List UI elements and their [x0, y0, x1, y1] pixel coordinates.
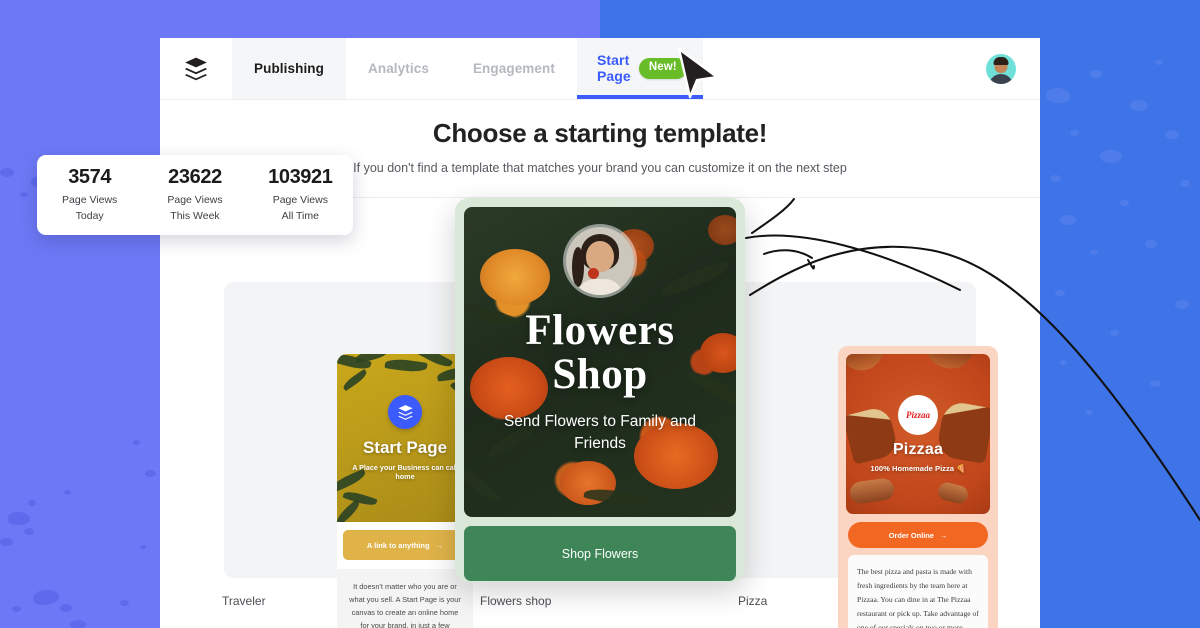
caption-flowers-shop: Flowers shop: [480, 594, 552, 608]
template-card-pizza[interactable]: Pizzaa Pizzaa 100% Homemade Pizza 🍕 Orde…: [838, 346, 998, 628]
flowers-title-line-2: Shop: [552, 350, 648, 398]
stat-today-label-line1: Page Views: [62, 194, 118, 207]
flowers-portrait-photo: [566, 227, 634, 295]
top-navbar: Publishing Analytics Engagement Start Pag…: [160, 38, 1040, 100]
flowers-hero-title: Flowers Shop: [525, 309, 674, 397]
screenshot-stage: Publishing Analytics Engagement Start Pag…: [0, 0, 1200, 628]
portrait-body: [577, 279, 623, 295]
stat-today-value: 3574: [68, 166, 112, 189]
buffer-layers-logo-icon: [185, 57, 207, 80]
pizza-hero-subtitle: 100% Homemade Pizza 🍕: [870, 464, 966, 473]
template-card-traveler[interactable]: Start Page A Place your Business can cal…: [337, 354, 473, 628]
avatar-hair: [993, 56, 1009, 65]
shop-flowers-button[interactable]: Shop Flowers: [464, 526, 736, 581]
mouse-pointer-arrow-icon: [677, 47, 719, 99]
app-logo[interactable]: [160, 38, 232, 99]
pizza-hero-title: Pizzaa: [892, 441, 944, 458]
stat-all-label-line2: All Time: [281, 209, 319, 222]
traveler-hero: Start Page A Place your Business can cal…: [337, 354, 473, 522]
shop-flowers-label: Shop Flowers: [561, 546, 639, 561]
stat-this-week-label: Page Views This Week: [142, 193, 247, 223]
avatar: [986, 53, 1016, 84]
stat-today-label: Page Views Today: [37, 193, 142, 223]
tab-publishing-label: Publishing: [254, 61, 324, 76]
tab-analytics[interactable]: Analytics: [346, 38, 451, 99]
portrait-hair-side: [572, 247, 584, 287]
template-card-flowers-shop-featured[interactable]: Flowers Shop Send Flowers to Family and …: [455, 198, 745, 582]
caption-traveler: Traveler: [222, 594, 266, 608]
pizza-logo-text: Pizzaa: [905, 410, 930, 420]
arrow-right-icon: →: [435, 540, 444, 550]
tab-start-page-label: Start Page: [596, 51, 631, 84]
stat-this-week: 23622 Page Views This Week: [142, 166, 247, 223]
stat-week-label-line2: This Week: [170, 209, 220, 222]
traveler-logo-icon: [388, 395, 422, 429]
rose-icon: [588, 268, 599, 279]
traveler-cta-label: A link to anything: [366, 540, 430, 550]
buffer-layers-logo-icon: [397, 404, 413, 420]
traveler-description: It doesn't matter who you are or what yo…: [337, 569, 473, 628]
pizza-brand-logo: Pizzaa: [898, 395, 938, 435]
traveler-hero-title: Start Page: [362, 438, 448, 457]
stat-all-label-line1: Page Views: [272, 194, 328, 207]
nav-tabs: Publishing Analytics Engagement Start Pag…: [232, 38, 703, 99]
flowers-title-line-1: Flowers: [525, 307, 675, 354]
tab-engagement[interactable]: Engagement: [451, 38, 577, 99]
portrait-face: [586, 241, 614, 272]
tab-analytics-label: Analytics: [368, 61, 429, 76]
pizza-description: The best pizza and pasta is made with fr…: [848, 555, 988, 628]
caption-pizza: Pizza: [738, 594, 768, 608]
stat-today-label-line2: Today: [75, 209, 104, 222]
pizza-cta-label: Order Online: [888, 530, 934, 540]
stat-today: 3574 Page Views Today: [37, 166, 142, 223]
navbar-spacer: [703, 38, 962, 99]
stat-this-week-value: 23622: [168, 166, 222, 189]
account-menu[interactable]: [962, 38, 1040, 99]
tab-engagement-label: Engagement: [472, 61, 555, 76]
tab-publishing[interactable]: Publishing: [232, 38, 346, 99]
flowers-hero-subtitle: Send Flowers to Family and Friends: [503, 412, 697, 453]
traveler-hero-subtitle: A Place your Business can call home: [352, 463, 458, 481]
pizza-hero: Pizzaa Pizzaa 100% Homemade Pizza 🍕: [846, 354, 990, 514]
arrow-right-icon: →: [939, 530, 948, 540]
page-title: Choose a starting template!: [432, 118, 768, 148]
stat-all-time-label: Page Views All Time: [248, 193, 353, 223]
avatar-body: [989, 73, 1013, 84]
stat-all-time: 103921 Page Views All Time: [248, 166, 353, 223]
stat-all-time-value: 103921: [268, 166, 333, 189]
flowers-hero: Flowers Shop Send Flowers to Family and …: [464, 207, 736, 517]
stat-week-label-line1: Page Views: [167, 194, 223, 207]
pizza-cta-button[interactable]: Order Online →: [848, 522, 988, 548]
traveler-cta-button[interactable]: A link to anything →: [343, 530, 467, 560]
page-views-stats-card: 3574 Page Views Today 23622 Page Views T…: [37, 155, 353, 235]
